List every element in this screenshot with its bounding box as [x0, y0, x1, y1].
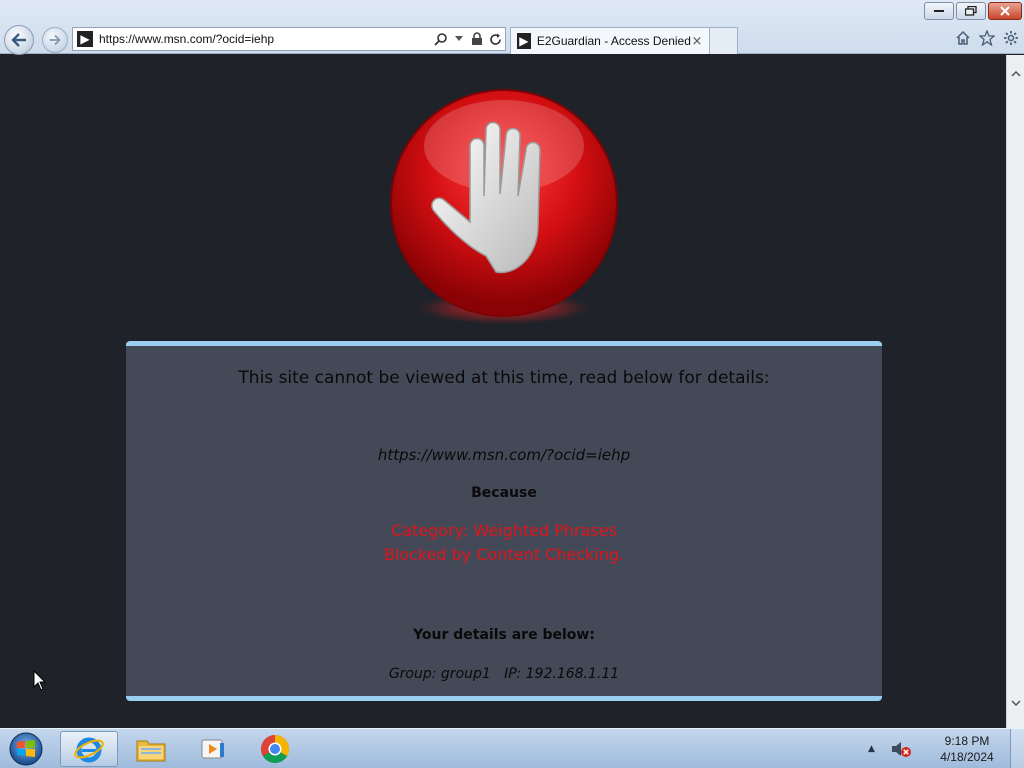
- taskbar: ▲ 9:18 PM 4/18/2024: [0, 728, 1024, 768]
- minimize-icon: [934, 10, 944, 12]
- chrome-icon: [261, 735, 289, 763]
- page-heading: This site cannot be viewed at this time,…: [238, 368, 770, 388]
- show-hidden-icons-chevron-icon[interactable]: ▲: [868, 744, 884, 754]
- restore-icon: [965, 6, 977, 16]
- minimize-button[interactable]: [924, 2, 954, 20]
- tab-close-icon[interactable]: ×: [691, 34, 703, 49]
- user-details: Group: group1 IP: 192.168.1.11: [388, 666, 620, 682]
- volume-muted-icon[interactable]: [890, 739, 912, 759]
- new-tab-button[interactable]: [710, 27, 738, 54]
- close-icon: [1000, 6, 1010, 16]
- block-reason-detail: Blocked by Content Checking.: [383, 545, 625, 564]
- window-controls: [922, 2, 1022, 20]
- forward-arrow-icon: [49, 34, 61, 46]
- mouse-cursor-icon: [33, 670, 47, 691]
- folder-icon: [136, 740, 166, 762]
- start-button[interactable]: [6, 731, 46, 767]
- taskbar-chrome[interactable]: [246, 731, 304, 767]
- settings-gear-icon[interactable]: [1002, 29, 1020, 47]
- internet-explorer-icon: [74, 737, 104, 763]
- stop-hand-icon: [390, 89, 618, 324]
- restore-button[interactable]: [956, 2, 986, 20]
- favorites-star-icon[interactable]: [978, 29, 996, 47]
- tab-favicon-icon: ▶: [517, 33, 531, 49]
- scroll-up-icon[interactable]: [1007, 65, 1024, 83]
- block-reason-category: Category: Weighted Phrases: [391, 521, 617, 540]
- system-clock[interactable]: 9:18 PM 4/18/2024: [930, 733, 1004, 765]
- lock-icon[interactable]: [469, 31, 485, 47]
- dropdown-arrow-icon[interactable]: [451, 31, 467, 47]
- site-favicon-icon: ▶: [77, 31, 93, 47]
- taskbar-internet-explorer[interactable]: [60, 731, 118, 767]
- system-tray: ▲ 9:18 PM 4/18/2024: [868, 729, 1024, 768]
- close-window-button[interactable]: [988, 2, 1022, 20]
- back-button[interactable]: [4, 25, 34, 55]
- details-heading: Your details are below:: [413, 627, 595, 643]
- clock-date: 4/18/2024: [940, 750, 994, 764]
- address-bar[interactable]: ▶ https://www.msn.com/?ocid=iehp: [72, 27, 506, 51]
- because-label: Because: [471, 485, 537, 501]
- home-icon[interactable]: [954, 29, 972, 47]
- clock-time: 9:18 PM: [944, 734, 990, 748]
- browser-tool-icons: [954, 29, 1020, 47]
- blocked-url: https://www.msn.com/?ocid=iehp: [377, 446, 631, 464]
- vertical-scrollbar[interactable]: [1006, 55, 1024, 728]
- browser-toolbar: ▶ https://www.msn.com/?ocid=iehp ▶ E2Gua…: [0, 0, 1024, 55]
- show-desktop-button[interactable]: [1010, 729, 1024, 768]
- media-player-icon: [201, 739, 224, 759]
- forward-button[interactable]: [42, 27, 68, 53]
- back-arrow-icon: [11, 33, 26, 47]
- taskbar-media-player[interactable]: [184, 731, 242, 767]
- tab-access-denied[interactable]: ▶ E2Guardian - Access Denied ×: [510, 27, 710, 54]
- scroll-down-icon[interactable]: [1007, 694, 1024, 712]
- tab-title: E2Guardian - Access Denied: [536, 34, 691, 48]
- taskbar-file-explorer[interactable]: [122, 731, 180, 767]
- refresh-icon[interactable]: [487, 31, 503, 47]
- access-denied-panel: This site cannot be viewed at this time,…: [126, 341, 882, 701]
- address-url[interactable]: https://www.msn.com/?ocid=iehp: [99, 32, 433, 46]
- search-icon[interactable]: [433, 31, 449, 47]
